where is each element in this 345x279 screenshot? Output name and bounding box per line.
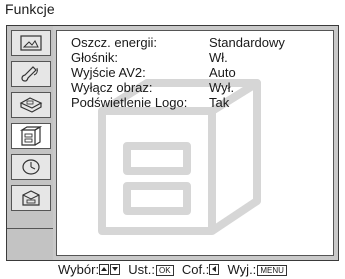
left-arrow-icon xyxy=(209,264,220,275)
setting-row-power-saving[interactable]: Oszcz. energii: Standardowy xyxy=(67,35,329,50)
tab-setup[interactable] xyxy=(11,185,51,211)
setting-label: Wyjście AV2: xyxy=(71,65,146,80)
tab-screen-control[interactable] xyxy=(11,92,51,118)
setting-value: Standardowy xyxy=(209,35,285,50)
setup-icon xyxy=(22,190,40,206)
ok-key-icon: OK xyxy=(156,265,174,276)
setting-row-logo-illumination[interactable]: Podświetlenie Logo: Tak xyxy=(67,95,329,110)
picture-icon xyxy=(20,35,42,51)
menu-frame: Oszcz. energii: Standardowy Głośnik: Wł.… xyxy=(6,25,339,261)
setting-row-av2-output[interactable]: Wyjście AV2: Auto xyxy=(67,65,329,80)
settings-list: Oszcz. energii: Standardowy Głośnik: Wł.… xyxy=(67,35,329,110)
back-hint: Cof.: xyxy=(181,262,210,277)
settings-panel: Oszcz. energii: Standardowy Głośnik: Wł.… xyxy=(56,30,334,256)
up-arrow-icon xyxy=(99,264,110,275)
menu-key-icon: MENU xyxy=(257,265,287,276)
setting-label: Wyłącz obraz: xyxy=(71,80,153,95)
setting-label: Oszcz. energii: xyxy=(71,35,157,50)
menu-title: Funkcje xyxy=(5,1,55,17)
key-guide: Wybór: Ust.: OK Cof.: Wyj.: MENU xyxy=(58,262,288,277)
setting-value: Auto xyxy=(209,65,236,80)
tab-spacer xyxy=(7,228,53,260)
tv-menu-screen: Funkcje Oszcz. energii: Standardowy Głoś… xyxy=(0,0,345,279)
tab-features[interactable] xyxy=(11,123,51,149)
setting-row-picture-off[interactable]: Wyłącz obraz: Wył. xyxy=(67,80,329,95)
tab-sound[interactable] xyxy=(11,61,51,87)
setting-row-speaker[interactable]: Głośnik: Wł. xyxy=(67,50,329,65)
tab-picture[interactable] xyxy=(11,30,51,56)
menu-tabs xyxy=(7,26,53,260)
screen-control-icon xyxy=(19,97,43,113)
timer-icon xyxy=(22,159,40,175)
tab-timer[interactable] xyxy=(11,154,51,180)
down-arrow-icon xyxy=(110,264,121,275)
select-hint: Wybór: xyxy=(58,262,100,277)
features-icon xyxy=(19,125,43,146)
sound-icon xyxy=(21,66,38,82)
setting-label: Głośnik: xyxy=(71,50,118,65)
setting-value: Wył. xyxy=(209,80,235,95)
setting-value: Wł. xyxy=(209,50,228,65)
set-hint: Ust.: xyxy=(128,262,156,277)
setting-value: Tak xyxy=(209,95,230,110)
setting-label: Podświetlenie Logo: xyxy=(71,95,188,110)
exit-hint: Wyj.: xyxy=(227,262,257,277)
